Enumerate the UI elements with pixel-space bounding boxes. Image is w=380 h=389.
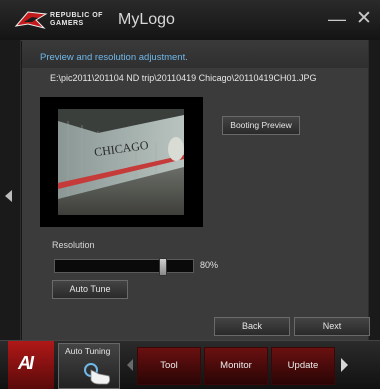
resolution-slider[interactable] bbox=[54, 258, 194, 276]
section-header-strip: Preview and resolution adjustment. bbox=[22, 40, 368, 68]
tab-update[interactable]: Update bbox=[271, 347, 335, 385]
auto-tuning-label: Auto Tuning bbox=[65, 346, 111, 356]
ai-suite-logo-icon[interactable]: AI bbox=[8, 341, 54, 389]
back-button[interactable]: Back bbox=[214, 317, 290, 336]
file-path: E:\pic2011\201104 ND trip\20110419 Chica… bbox=[50, 73, 317, 83]
booting-preview-button[interactable]: Booting Preview bbox=[222, 116, 300, 135]
bottom-bar: AI Auto Tuning Tool Monitor Update bbox=[0, 340, 380, 389]
auto-tuning-tile[interactable]: Auto Tuning bbox=[58, 343, 120, 389]
hand-pointer-icon bbox=[84, 363, 111, 385]
left-arrow-icon[interactable] bbox=[5, 190, 12, 202]
next-button[interactable]: Next bbox=[294, 317, 370, 336]
rog-eye-icon bbox=[14, 11, 48, 29]
tab-monitor[interactable]: Monitor bbox=[204, 347, 268, 385]
resolution-slider-thumb[interactable] bbox=[159, 258, 167, 276]
section-header: Preview and resolution adjustment. bbox=[40, 52, 188, 63]
tabs-left-arrow-icon[interactable] bbox=[127, 359, 133, 371]
mylogo-window: REPUBLIC OF GAMERS MyLogo — ✕ Preview an… bbox=[0, 0, 380, 389]
resolution-value: 80% bbox=[200, 260, 219, 270]
rog-brand-text: REPUBLIC OF GAMERS bbox=[50, 12, 103, 28]
left-side-strip bbox=[0, 40, 21, 340]
brand-line1: REPUBLIC OF bbox=[50, 12, 103, 19]
tab-tool[interactable]: Tool bbox=[137, 347, 201, 385]
photo-illustration: CHICAGO bbox=[58, 109, 184, 215]
ai-logo-text: AI bbox=[18, 353, 34, 373]
minimize-icon[interactable]: — bbox=[326, 8, 348, 30]
preview-frame: CHICAGO bbox=[40, 97, 203, 227]
app-title: MyLogo bbox=[118, 11, 175, 28]
brand-line2: GAMERS bbox=[50, 20, 84, 27]
main-panel: Preview and resolution adjustment. E:\pi… bbox=[22, 40, 370, 340]
resolution-label: Resolution bbox=[52, 240, 95, 250]
right-arrow-icon[interactable] bbox=[341, 358, 348, 372]
preview-photo: CHICAGO bbox=[58, 109, 184, 215]
title-bar: REPUBLIC OF GAMERS MyLogo — ✕ bbox=[0, 0, 380, 41]
right-side-strip bbox=[368, 40, 380, 340]
close-icon[interactable]: ✕ bbox=[353, 8, 375, 30]
auto-tune-button[interactable]: Auto Tune bbox=[52, 280, 128, 299]
